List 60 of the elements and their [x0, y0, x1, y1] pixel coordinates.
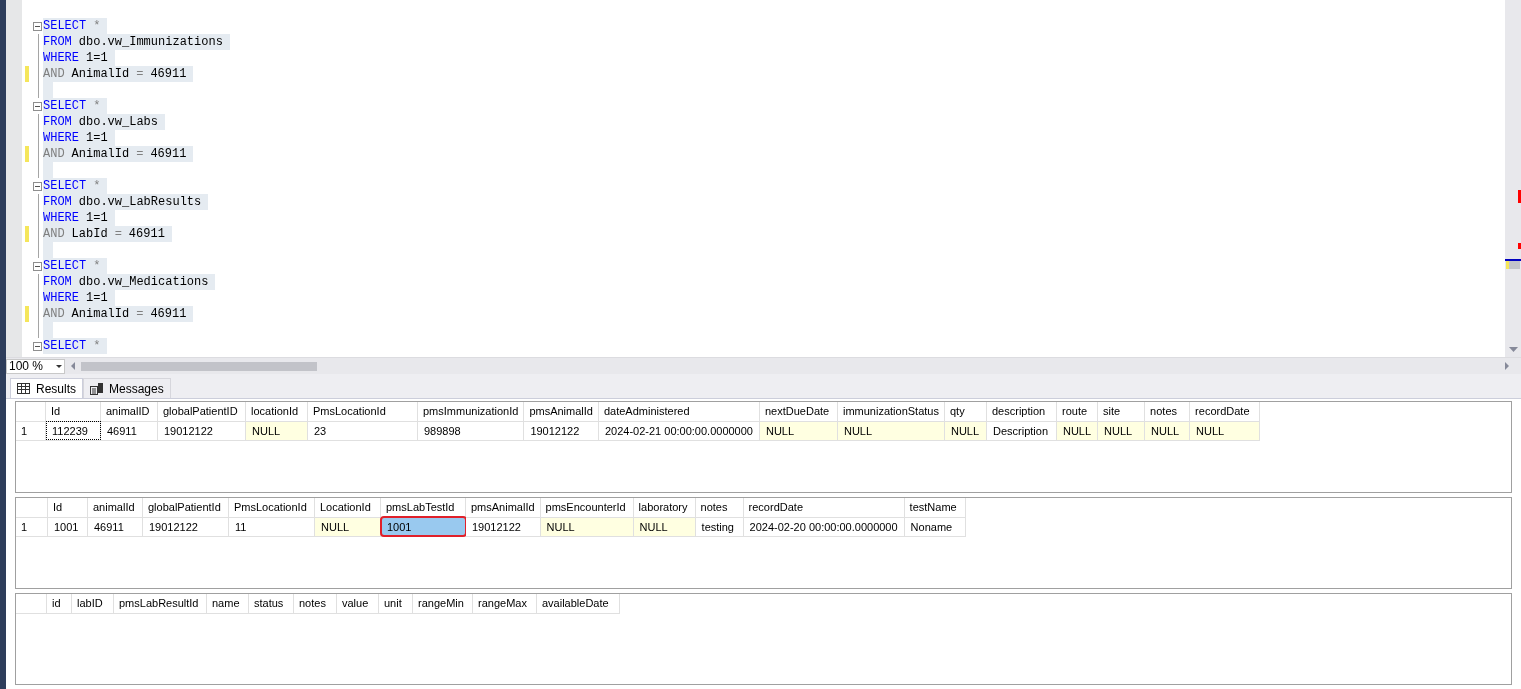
grid-icon — [17, 383, 30, 394]
table-cell[interactable]: NULL — [1098, 421, 1146, 440]
scroll-right-icon[interactable] — [1505, 362, 1509, 370]
column-header[interactable]: pmsLabResultId — [114, 594, 207, 613]
error-marker — [1518, 243, 1521, 249]
column-header[interactable]: status — [249, 594, 294, 613]
table-cell[interactable]: NULL — [1057, 421, 1099, 440]
scroll-thumb[interactable] — [81, 361, 317, 371]
scroll-left-icon[interactable] — [71, 362, 75, 370]
table-cell[interactable]: 1001 — [48, 517, 88, 536]
column-header[interactable]: notes — [294, 594, 337, 613]
table-cell[interactable]: NULL — [246, 421, 308, 440]
table-cell[interactable]: NULL — [1145, 421, 1191, 440]
table-cell[interactable]: NULL — [760, 421, 838, 440]
table-cell[interactable]: 11 — [229, 517, 315, 536]
scroll-down-icon[interactable] — [1509, 347, 1518, 352]
caret-position-marker — [1505, 259, 1521, 261]
column-header[interactable]: name — [207, 594, 249, 613]
table-cell[interactable]: 2024-02-20 00:00:00.0000000 — [743, 517, 905, 536]
column-header[interactable]: availableDate — [537, 594, 620, 613]
column-header[interactable]: id — [47, 594, 72, 613]
table-cell[interactable]: NULL — [540, 517, 634, 536]
table-cell[interactable]: NULL — [315, 517, 381, 536]
table-cell[interactable]: NULL — [945, 421, 987, 440]
table-cell[interactable]: testing — [695, 517, 744, 536]
table-cell[interactable]: 19012122 — [158, 421, 246, 440]
column-header[interactable]: labID — [72, 594, 114, 613]
column-header[interactable]: rangeMax — [473, 594, 537, 613]
scroll-thumb[interactable] — [1509, 261, 1520, 269]
table-cell[interactable]: 19012122 — [143, 517, 229, 536]
collapse-icon[interactable] — [33, 342, 42, 351]
table-cell[interactable]: 19012122 — [466, 517, 541, 536]
result-tab[interactable]: Messages — [83, 378, 171, 398]
vertical-scrollbar[interactable] — [1505, 0, 1521, 357]
table-cell[interactable]: 112239 — [46, 421, 101, 440]
zoom-dropdown[interactable]: 100 % — [6, 358, 65, 374]
column-header[interactable]: rangeMin — [413, 594, 473, 613]
column-header[interactable]: unit — [379, 594, 413, 613]
table-cell[interactable]: 989898 — [418, 421, 525, 440]
table-cell[interactable]: NULL — [1190, 421, 1261, 440]
messages-icon — [90, 382, 103, 395]
table-cell[interactable]: Description — [987, 421, 1057, 440]
table-cell[interactable]: NULL — [633, 517, 696, 536]
table-cell[interactable]: Noname — [904, 517, 966, 536]
table-cell[interactable]: 46911 — [101, 421, 158, 440]
collapse-icon[interactable] — [33, 102, 42, 111]
table-cell[interactable]: 23 — [308, 421, 418, 440]
collapse-icon[interactable] — [33, 182, 42, 191]
result-tab[interactable]: Results — [10, 378, 83, 398]
collapse-icon[interactable] — [33, 22, 42, 31]
table-cell[interactable]: 19012122 — [524, 421, 599, 440]
table-cell[interactable]: 2024-02-21 00:00:00.0000000 — [598, 421, 760, 440]
collapse-icon[interactable] — [33, 262, 42, 271]
change-marker — [1506, 261, 1509, 269]
column-header[interactable]: value — [337, 594, 379, 613]
table-cell[interactable]: 46911 — [88, 517, 143, 536]
table-cell[interactable]: 1001 — [381, 517, 466, 536]
error-marker — [1518, 190, 1521, 203]
table-cell[interactable]: NULL — [838, 421, 945, 440]
caret-icon — [56, 364, 62, 368]
